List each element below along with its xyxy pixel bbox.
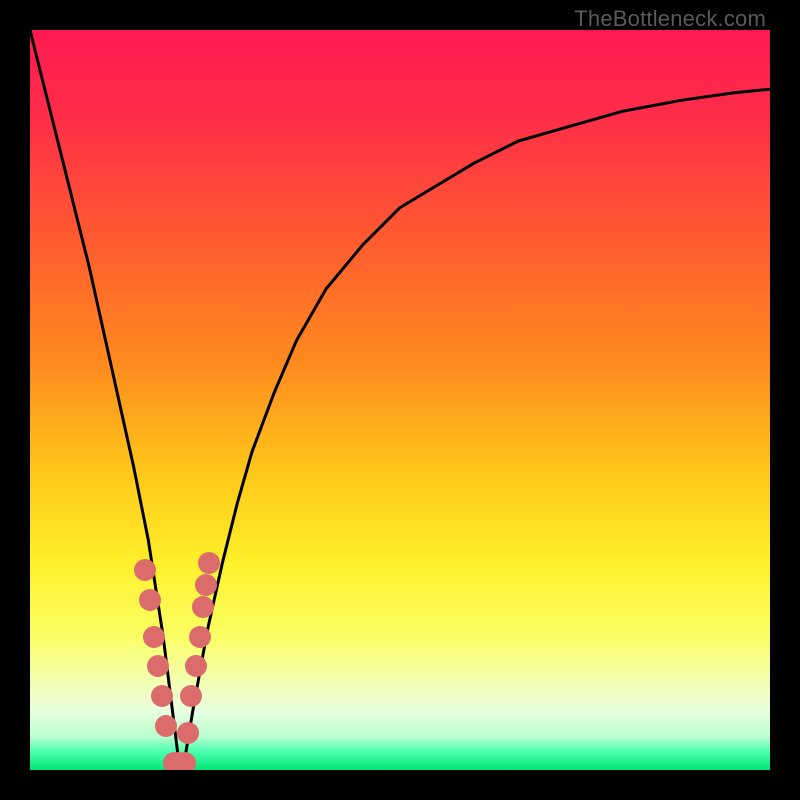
scatter-dot	[177, 722, 199, 744]
chart-frame: TheBottleneck.com	[0, 0, 800, 800]
watermark-text: TheBottleneck.com	[574, 6, 766, 32]
scatter-dot	[139, 589, 161, 611]
scatter-dot	[143, 626, 165, 648]
plot-area	[30, 30, 770, 770]
scatter-dot	[185, 655, 207, 677]
scatter-dot	[174, 752, 196, 770]
bottleneck-curve	[30, 30, 770, 755]
scatter-dot	[155, 715, 177, 737]
scatter-dot	[198, 552, 220, 574]
scatter-dot	[195, 574, 217, 596]
scatter-dot	[189, 626, 211, 648]
scatter-dot	[134, 559, 156, 581]
curve-layer	[30, 30, 770, 770]
scatter-dot	[151, 685, 173, 707]
